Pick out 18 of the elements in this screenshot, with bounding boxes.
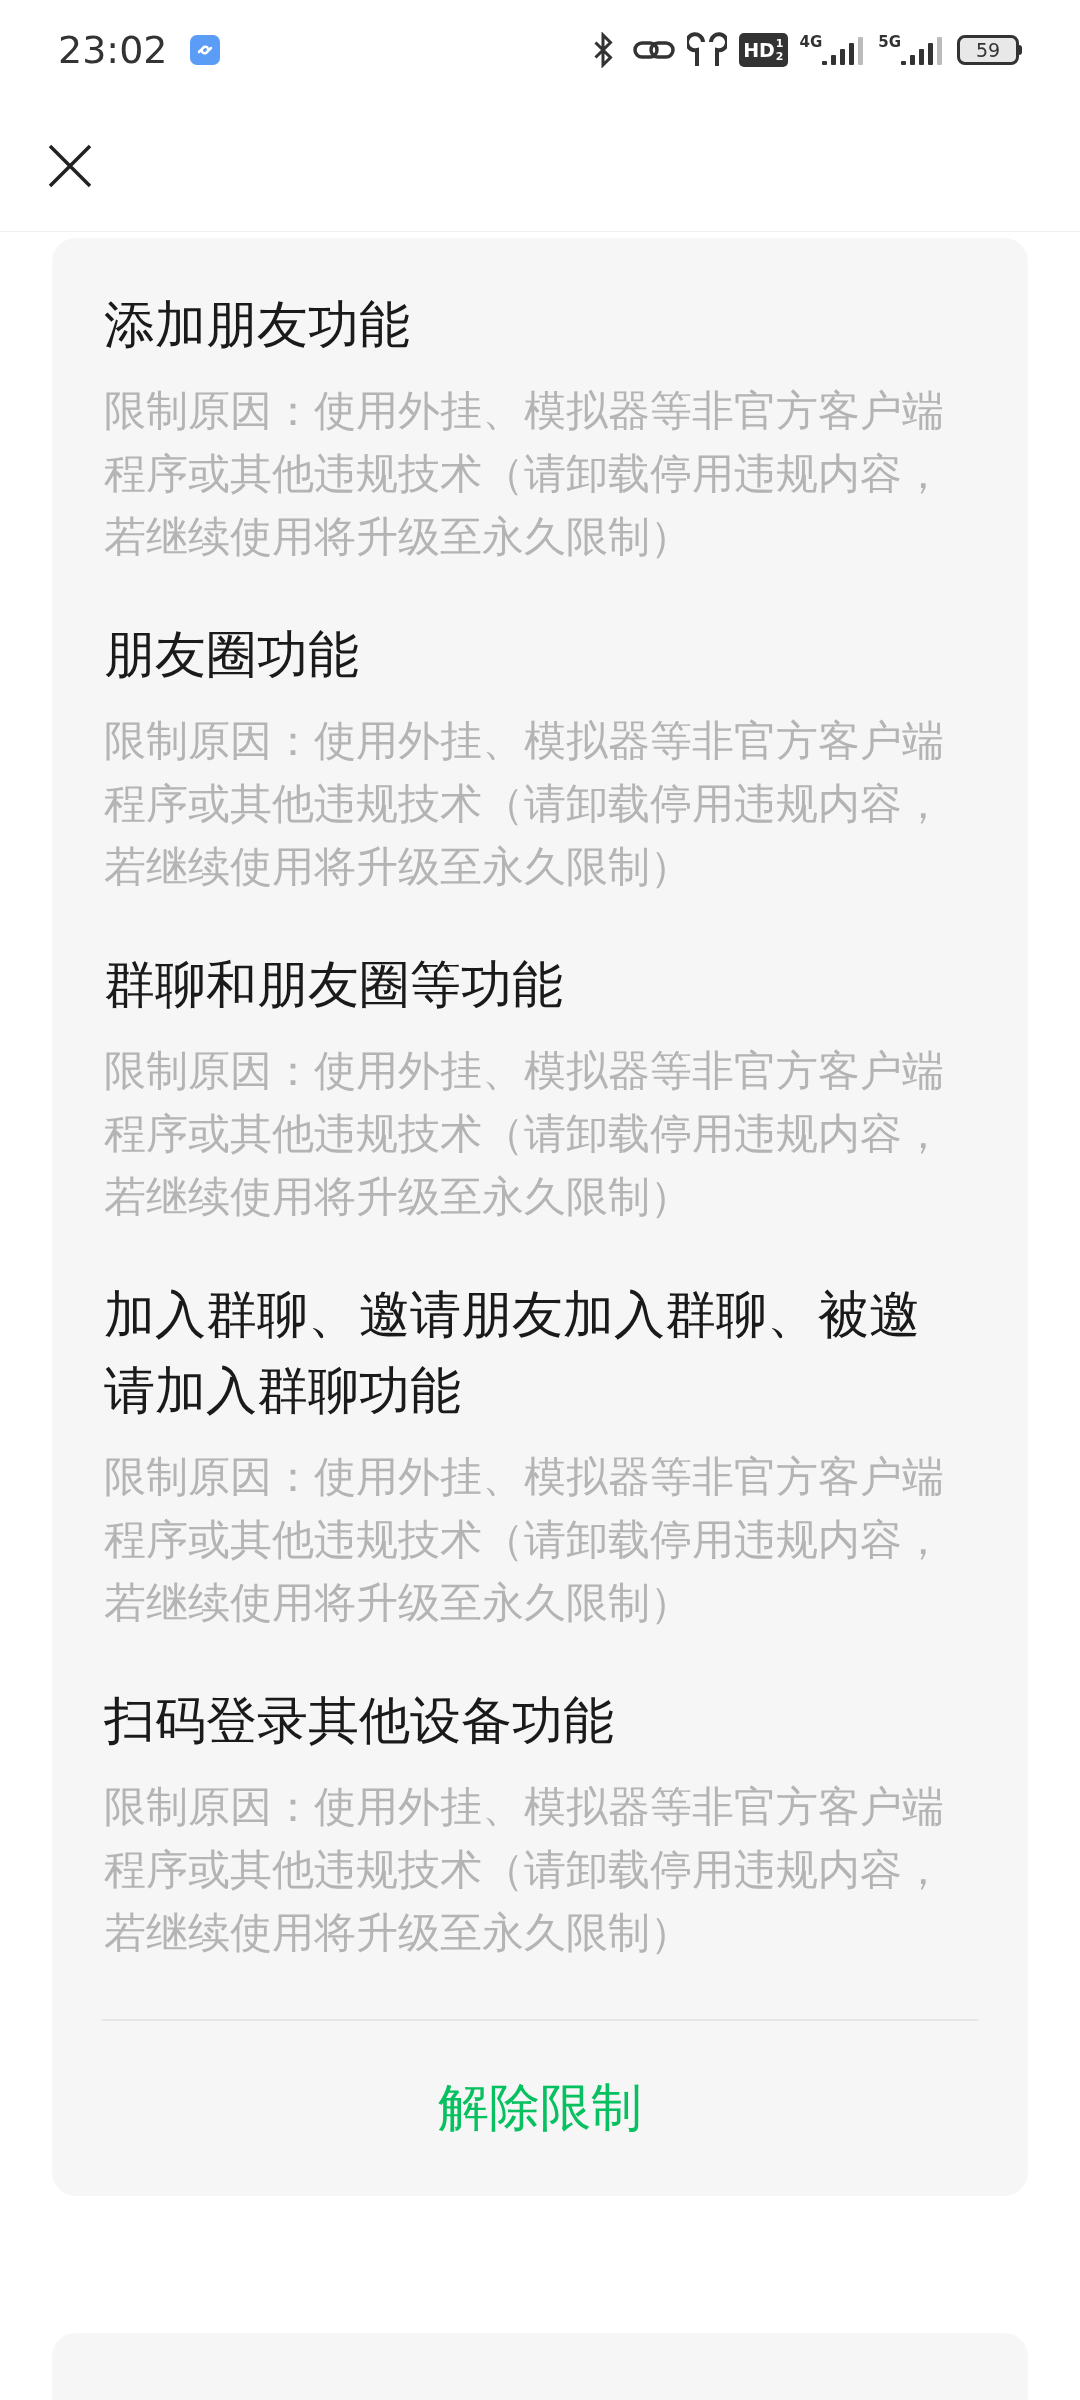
earbuds-icon	[687, 32, 728, 68]
restriction-reason: 限制原因：使用外挂、模拟器等非官方客户端程序或其他违规技术（请卸载停用违规内容，若继续使用将升级至永久限制）	[104, 1781, 945, 1959]
restriction-title: 朋友圈功能	[104, 624, 360, 686]
restriction-reason: 限制原因：使用外挂、模拟器等非官方客户端程序或其他违规技术（请卸载停用违规内容，若继续使用将升级至永久限制）	[104, 1451, 945, 1629]
link-app-icon	[189, 35, 220, 65]
restriction-title: 添加朋友功能	[104, 294, 411, 356]
restriction-title: 群聊和朋友圈等功能	[104, 954, 564, 1016]
restriction-reason: 限制原因：使用外挂、模拟器等非官方客户端程序或其他违规技术（请卸载停用违规内容，若继续使用将升级至永久限制）	[104, 715, 945, 893]
restriction-reason: 限制原因：使用外挂、模拟器等非官方客户端程序或其他违规技术（请卸载停用违规内容，若继续使用将升级至永久限制）	[104, 1045, 945, 1223]
restriction-reason: 限制原因：使用外挂、模拟器等非官方客户端程序或其他违规技术（请卸载停用违规内容，若继续使用将升级至永久限制）	[104, 385, 945, 563]
restriction-title: 扫码登录其他设备功能	[104, 1690, 615, 1752]
network-label: 5G	[878, 35, 901, 50]
battery-icon: 59	[957, 35, 1022, 65]
network-label: 4G	[799, 35, 823, 50]
clock: 23:02	[58, 26, 168, 74]
restriction-title: 加入群聊、邀请朋友加入群聊、被邀请加入群聊功能	[104, 1284, 921, 1422]
signal-icon	[901, 35, 945, 65]
lift-restriction-button[interactable]: 解除限制	[52, 2021, 1028, 2196]
